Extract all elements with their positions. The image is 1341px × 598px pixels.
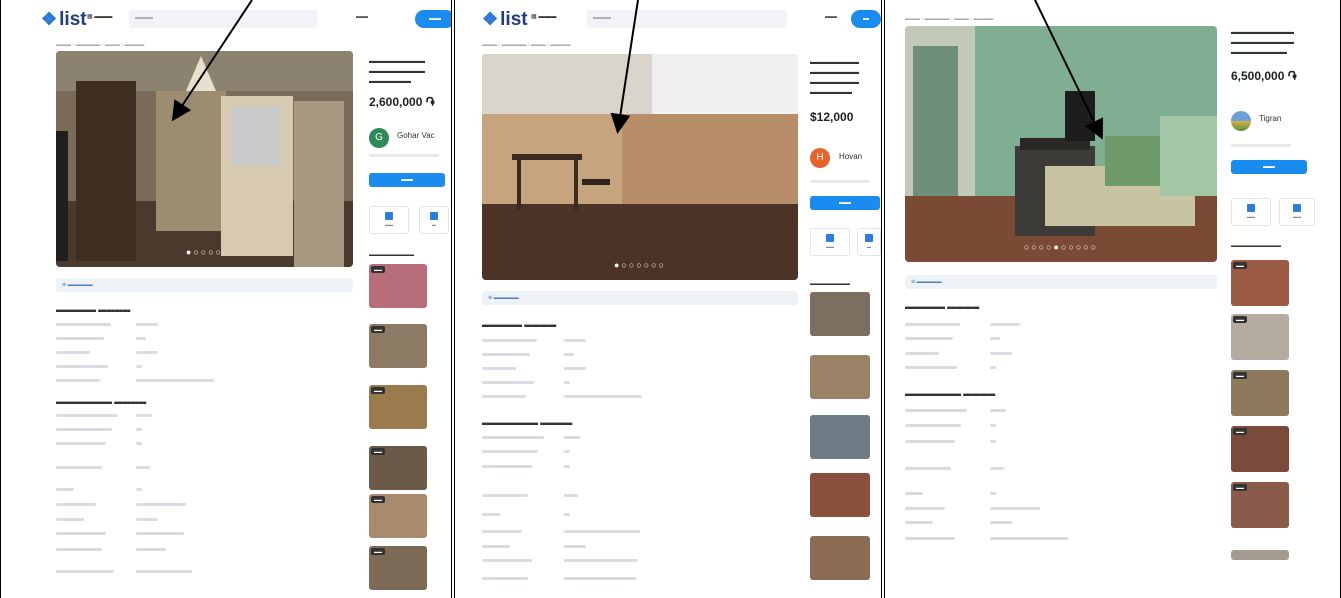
arrow-panel-3 bbox=[1034, 0, 1104, 140]
arrow-panel-2 bbox=[610, 0, 639, 134]
arrow-panel-1 bbox=[171, 0, 253, 122]
annotation-arrows bbox=[171, 0, 1104, 140]
